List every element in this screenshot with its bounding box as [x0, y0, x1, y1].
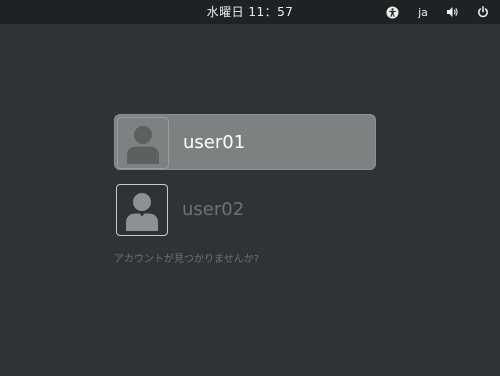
power-menu[interactable] [472, 0, 494, 24]
user-avatar-icon [126, 193, 158, 231]
accessibility-icon [385, 5, 399, 19]
language-indicator[interactable]: ja [412, 0, 434, 24]
language-label: ja [418, 5, 428, 19]
accessibility-menu[interactable] [380, 0, 404, 24]
top-bar: 水曜日 11：57 ja [0, 0, 500, 24]
username-label: user02 [182, 199, 245, 220]
volume-icon [447, 7, 458, 17]
user-avatar-icon [127, 126, 159, 164]
user-item-user01[interactable]: user01 [114, 114, 376, 170]
clock-label[interactable]: 水曜日 11：57 [207, 5, 294, 19]
not-listed-link[interactable]: アカウントが見つかりませんか? [114, 250, 259, 265]
avatar [117, 117, 169, 169]
avatar [116, 184, 168, 236]
volume-menu[interactable] [442, 0, 464, 24]
username-label: user01 [183, 132, 246, 153]
user-item-user02[interactable]: user02 [114, 182, 376, 238]
power-icon [478, 6, 488, 18]
